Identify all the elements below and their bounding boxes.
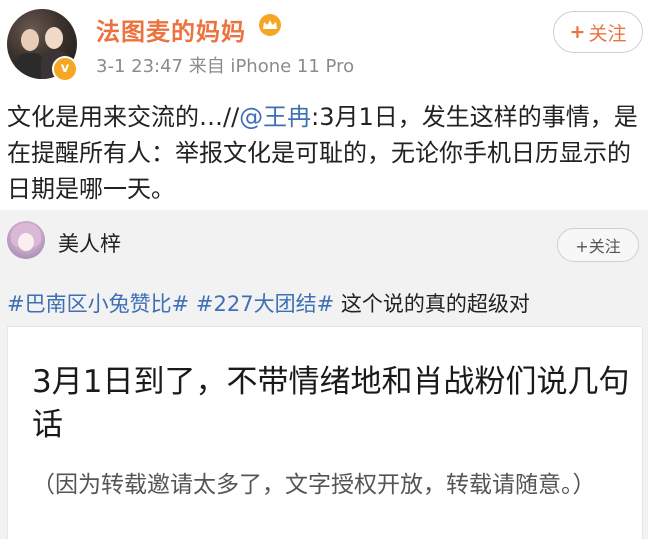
post-header: v 法图麦的妈妈 3-1 23:47 来自 iPhone 11 Pro + 关注 [0, 0, 648, 92]
article-note: （因为转载邀请太多了，文字授权开放，转载请随意。） [32, 472, 596, 498]
post-meta: 3-1 23:47 来自 iPhone 11 Pro [96, 56, 355, 77]
repost-avatar[interactable] [7, 221, 45, 259]
crown-icon [259, 14, 281, 36]
repost-follow-button[interactable]: +关注 [557, 228, 639, 262]
verified-badge-icon: v [52, 56, 78, 82]
follow-plus-icon: + [569, 21, 586, 43]
repost-username[interactable]: 美人梓 [58, 228, 121, 258]
post-username[interactable]: 法图麦的妈妈 [96, 12, 246, 47]
post-text: 文化是用来交流的…//@王冉:3月1日，发生这样的事情，是在提醒所有人：举报文化… [7, 99, 643, 207]
follow-label: 关注 [588, 22, 627, 45]
mention-link[interactable]: @王冉 [239, 103, 311, 131]
repost-text: #巴南区小兔赞比# #227大团结# 这个说的真的超级对 [7, 288, 530, 318]
repost-card[interactable]: 美人梓 +关注 #巴南区小兔赞比# #227大团结# 这个说的真的超级对 3月1… [0, 210, 648, 539]
hashtag-link[interactable]: #巴南区小兔赞比# [7, 292, 189, 316]
post-text-before: 文化是用来交流的…// [7, 103, 240, 131]
repost-body: 这个说的真的超级对 [340, 292, 530, 316]
follow-button[interactable]: + 关注 [553, 11, 643, 53]
article-title: 3月1日到了，不带情绪地和肖战粉们说几句话 [32, 364, 630, 443]
hashtag-link[interactable]: #227大团结# [196, 292, 334, 316]
article-card[interactable]: 3月1日到了，不带情绪地和肖战粉们说几句话 （因为转载邀请太多了，文字授权开放，… [7, 326, 643, 539]
